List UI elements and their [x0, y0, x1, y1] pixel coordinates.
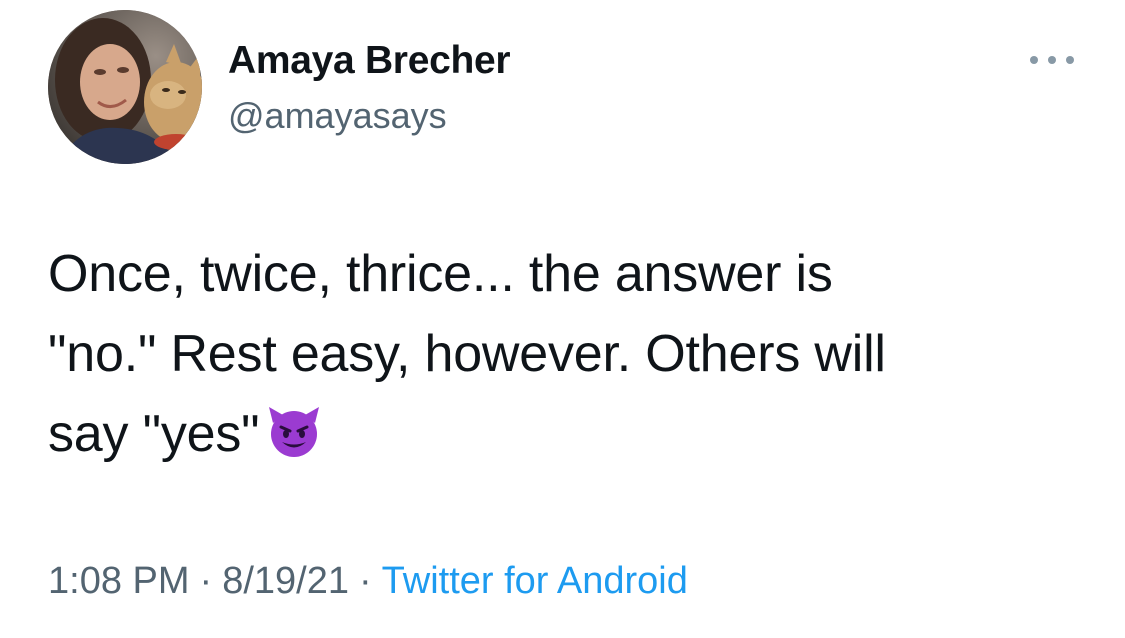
tweet-text: Once, twice, thrice... the answer is "no…: [48, 234, 1098, 482]
tweet-source-link[interactable]: Twitter for Android: [382, 560, 688, 602]
more-dot-icon: [1030, 56, 1038, 64]
tweet-card: Amaya Brecher @amayasays Once, twice, th…: [0, 0, 1125, 638]
avatar-photo: [48, 10, 202, 164]
tweet-meta: 1:08 PM · 8/19/21 · Twitter for Android: [48, 558, 688, 604]
more-options-button[interactable]: [1030, 48, 1074, 72]
avatar[interactable]: [48, 10, 202, 164]
smiling-face-with-horns-icon: [265, 401, 323, 482]
tweet-text-line: "no." Rest easy, however. Others will: [48, 314, 1098, 394]
tweet-time[interactable]: 1:08 PM: [48, 560, 190, 602]
meta-separator: ·: [358, 560, 372, 602]
author-block: Amaya Brecher @amayasays: [228, 38, 511, 138]
more-dot-icon: [1048, 56, 1056, 64]
tweet-text-line: Once, twice, thrice... the answer is: [48, 245, 833, 303]
user-handle[interactable]: @amayasays: [228, 94, 510, 138]
meta-separator: ·: [199, 560, 213, 602]
tweet-text-fragment: say "yes": [48, 405, 260, 463]
more-dot-icon: [1066, 56, 1074, 64]
tweet-text-line: say "yes": [48, 394, 1098, 482]
tweet-date[interactable]: 8/19/21: [222, 560, 349, 602]
display-name[interactable]: Amaya Brecher: [228, 38, 511, 84]
tweet-text-fragment: "no." Rest easy, however. Others will: [48, 325, 886, 383]
